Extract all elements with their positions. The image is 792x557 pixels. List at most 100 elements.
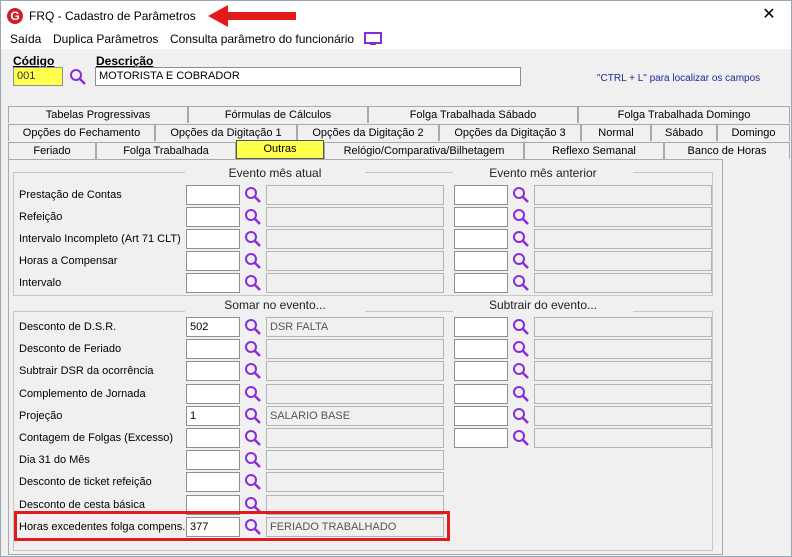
search-icon[interactable] — [244, 274, 262, 292]
row-label: Projeção — [19, 409, 63, 422]
tab-feriado[interactable]: Feriado — [8, 142, 96, 159]
evento-right-code-input[interactable] — [454, 317, 508, 337]
search-icon[interactable] — [244, 407, 262, 425]
evento-description — [266, 185, 444, 205]
evento-right-code-input[interactable] — [454, 251, 508, 271]
search-icon[interactable] — [244, 451, 262, 469]
tab-folga-trabalhada[interactable]: Folga Trabalhada — [96, 142, 236, 159]
tab-sabado[interactable]: Sábado — [651, 124, 717, 141]
row-label: Dia 31 do Mês — [19, 454, 90, 467]
tab-opcoes-digitacao-1[interactable]: Opções da Digitação 1 — [155, 124, 297, 141]
evento-description — [266, 207, 444, 227]
evento-right-code-input[interactable] — [454, 405, 508, 426]
codigo-input[interactable]: 001 — [13, 67, 63, 86]
search-icon[interactable] — [512, 340, 530, 358]
search-icon[interactable] — [244, 473, 262, 491]
search-icon[interactable] — [512, 429, 530, 447]
evento-code-input[interactable] — [186, 207, 240, 227]
evento-right-code-input[interactable] — [454, 428, 508, 448]
tab-opcoes-fechamento[interactable]: Opções do Fechamento — [8, 124, 155, 141]
search-icon[interactable] — [244, 318, 262, 336]
tab-banco-de-horas[interactable]: Banco de Horas — [664, 142, 790, 159]
codigo-label: Código — [13, 54, 55, 68]
evento-description: SALARIO BASE — [266, 405, 444, 426]
tab-tabelas-progressivas[interactable]: Tabelas Progressivas — [8, 106, 188, 123]
main-window: G FRQ - Cadastro de Parâmetros ✕ Saída D… — [0, 0, 792, 557]
menu-saida[interactable]: Saída — [10, 32, 41, 46]
evento-code-input[interactable]: 1 — [186, 405, 240, 426]
evento-right-description — [534, 185, 712, 205]
tab-opcoes-digitacao-3[interactable]: Opções da Digitação 3 — [439, 124, 581, 141]
tab-relogio-comparativa-bilhetagem[interactable]: Relógio/Comparativa/Bilhetagem — [324, 142, 524, 159]
tab-folga-trabalhada-sabado[interactable]: Folga Trabalhada Sábado — [368, 106, 578, 123]
search-icon[interactable] — [512, 362, 530, 380]
search-icon[interactable] — [69, 68, 87, 86]
search-icon[interactable] — [244, 362, 262, 380]
tab-normal[interactable]: Normal — [581, 124, 651, 141]
evento-description — [266, 383, 444, 404]
evento-code-input[interactable] — [186, 273, 240, 293]
evento-description — [266, 339, 444, 360]
menu-consulta-parametro[interactable]: Consulta parâmetro do funcionário — [170, 32, 354, 46]
evento-right-description — [534, 251, 712, 271]
row-label: Subtrair DSR da ocorrência — [19, 365, 154, 378]
evento-description — [266, 361, 444, 382]
search-icon[interactable] — [244, 340, 262, 358]
row-label: Intervalo Incompleto (Art 71 CLT) — [19, 233, 181, 245]
search-icon[interactable] — [244, 385, 262, 403]
search-icon[interactable] — [512, 318, 530, 336]
search-icon[interactable] — [244, 208, 262, 226]
row-label: Desconto de D.S.R. — [19, 321, 117, 333]
search-icon[interactable] — [512, 230, 530, 248]
window-title: FRQ - Cadastro de Parâmetros — [29, 9, 196, 23]
tab-domingo[interactable]: Domingo — [717, 124, 790, 141]
row-label: Horas a Compensar — [19, 255, 118, 267]
search-icon[interactable] — [512, 274, 530, 292]
evento-right-description — [534, 317, 712, 337]
evento-code-input[interactable]: 502 — [186, 317, 240, 337]
tab-reflexo-semanal[interactable]: Reflexo Semanal — [524, 142, 664, 159]
menu-duplica-parametros[interactable]: Duplica Parâmetros — [53, 32, 158, 46]
app-logo-icon: G — [7, 8, 23, 24]
evento-right-code-input[interactable] — [454, 229, 508, 249]
search-icon[interactable] — [512, 186, 530, 204]
search-icon[interactable] — [512, 252, 530, 270]
search-icon[interactable] — [512, 385, 530, 403]
evento-code-input[interactable] — [186, 472, 240, 493]
evento-code-input[interactable] — [186, 251, 240, 271]
evento-code-input[interactable] — [186, 185, 240, 205]
row-label: Desconto de Feriado — [19, 343, 122, 356]
evento-code-input[interactable] — [186, 450, 240, 471]
tab-outras[interactable]: Outras — [236, 140, 324, 159]
evento-right-code-input[interactable] — [454, 383, 508, 404]
search-icon[interactable] — [244, 252, 262, 270]
tab-opcoes-digitacao-2[interactable]: Opções da Digitação 2 — [297, 124, 439, 141]
evento-code-input[interactable] — [186, 383, 240, 404]
search-icon[interactable] — [512, 208, 530, 226]
evento-right-code-input[interactable] — [454, 361, 508, 382]
search-icon[interactable] — [244, 429, 262, 447]
evento-right-code-input[interactable] — [454, 273, 508, 293]
evento-right-code-input[interactable] — [454, 185, 508, 205]
evento-code-input[interactable] — [186, 339, 240, 360]
tab-folga-trabalhada-domingo[interactable]: Folga Trabalhada Domingo — [578, 106, 790, 123]
evento-code-input[interactable] — [186, 361, 240, 382]
header-somar-no-evento: Somar no evento... — [185, 298, 365, 312]
header-evento-mes-anterior: Evento mês anterior — [453, 166, 633, 180]
evento-right-code-input[interactable] — [454, 339, 508, 360]
evento-right-description — [534, 273, 712, 293]
evento-code-input[interactable] — [186, 229, 240, 249]
title-bar: G FRQ - Cadastro de Parâmetros ✕ — [1, 1, 791, 29]
descricao-input[interactable]: MOTORISTA E COBRADOR — [95, 67, 521, 86]
tab-formulas-calculos[interactable]: Fórmulas de Cálculos — [188, 106, 368, 123]
row-label: Prestação de Contas — [19, 189, 122, 201]
monitor-icon[interactable] — [364, 32, 382, 46]
evento-right-code-input[interactable] — [454, 207, 508, 227]
search-icon[interactable] — [244, 230, 262, 248]
evento-description — [266, 251, 444, 271]
search-icon[interactable] — [244, 186, 262, 204]
close-button[interactable]: ✕ — [747, 1, 791, 29]
search-icon[interactable] — [512, 407, 530, 425]
row-label: Refeição — [19, 211, 63, 223]
evento-code-input[interactable] — [186, 428, 240, 448]
